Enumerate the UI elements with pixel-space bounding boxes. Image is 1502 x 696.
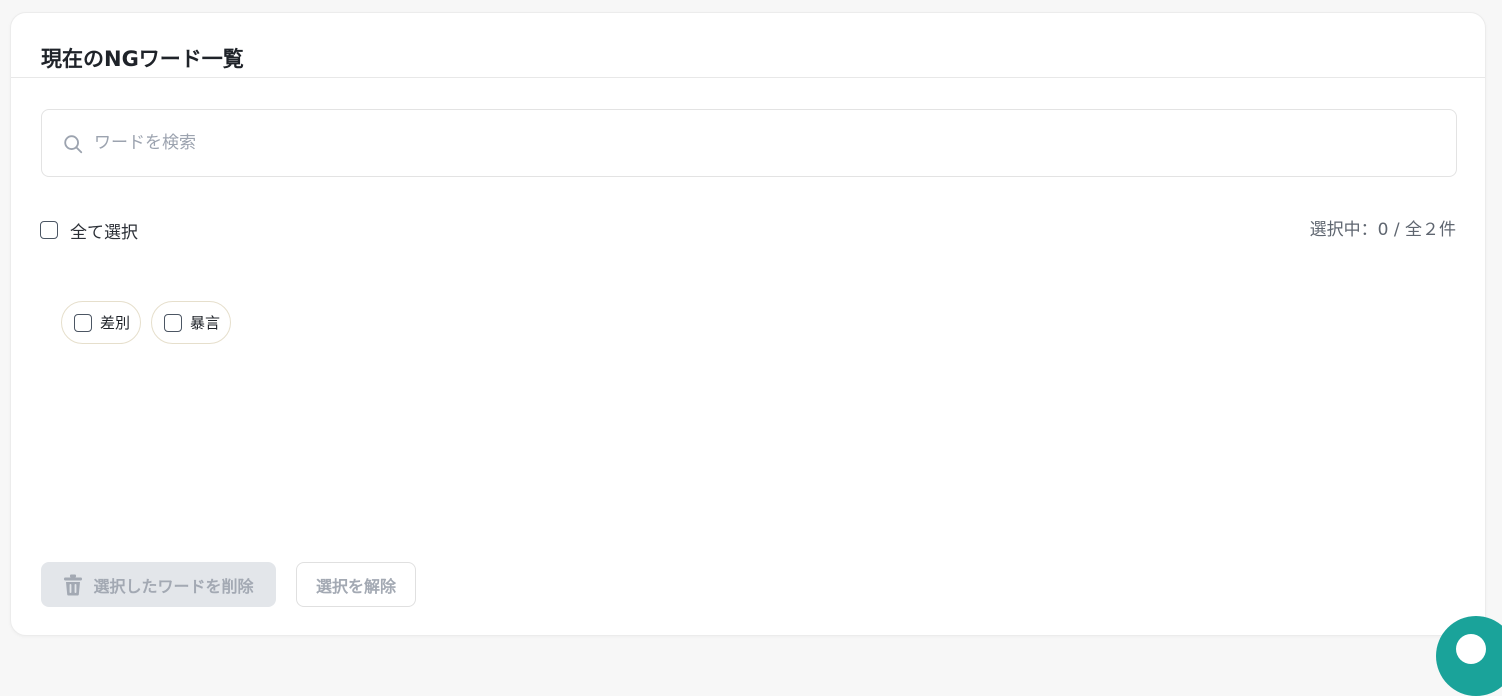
delete-selected-label: 選択したワードを削除	[93, 576, 254, 596]
delete-selected-button[interactable]: 選択したワードを削除	[41, 562, 276, 607]
clear-selection-button[interactable]: 選択を解除	[296, 562, 416, 607]
ng-word-list-panel: 現在のNGワード一覧 全て選択 選択中：0 / 全２件 差別 暴言 選択	[10, 12, 1486, 636]
search-box	[41, 109, 1457, 177]
trash-icon	[64, 574, 83, 595]
word-tag[interactable]: 差別	[61, 301, 142, 344]
panel-title: 現在のNGワード一覧	[41, 47, 244, 71]
select-all-label: 全て選択	[70, 222, 138, 243]
word-tag-label: 暴言	[190, 314, 221, 332]
chat-launcher-button[interactable]	[1436, 616, 1502, 696]
selection-count: 選択中：0 / 全２件	[1309, 220, 1456, 240]
search-icon	[64, 135, 83, 154]
panel-header: 現在のNGワード一覧	[11, 13, 1485, 78]
chat-bubble-icon	[1456, 634, 1486, 664]
word-tag[interactable]: 暴言	[151, 301, 232, 344]
word-tag-label: 差別	[100, 314, 131, 332]
word-tag-checkbox[interactable]	[164, 313, 183, 332]
search-input[interactable]	[94, 110, 1434, 176]
select-all-checkbox[interactable]	[40, 221, 58, 239]
word-tag-checkbox[interactable]	[74, 313, 92, 332]
word-tag-list: 差別 暴言	[61, 301, 232, 344]
select-all-toggle[interactable]: 全て選択	[40, 218, 138, 243]
